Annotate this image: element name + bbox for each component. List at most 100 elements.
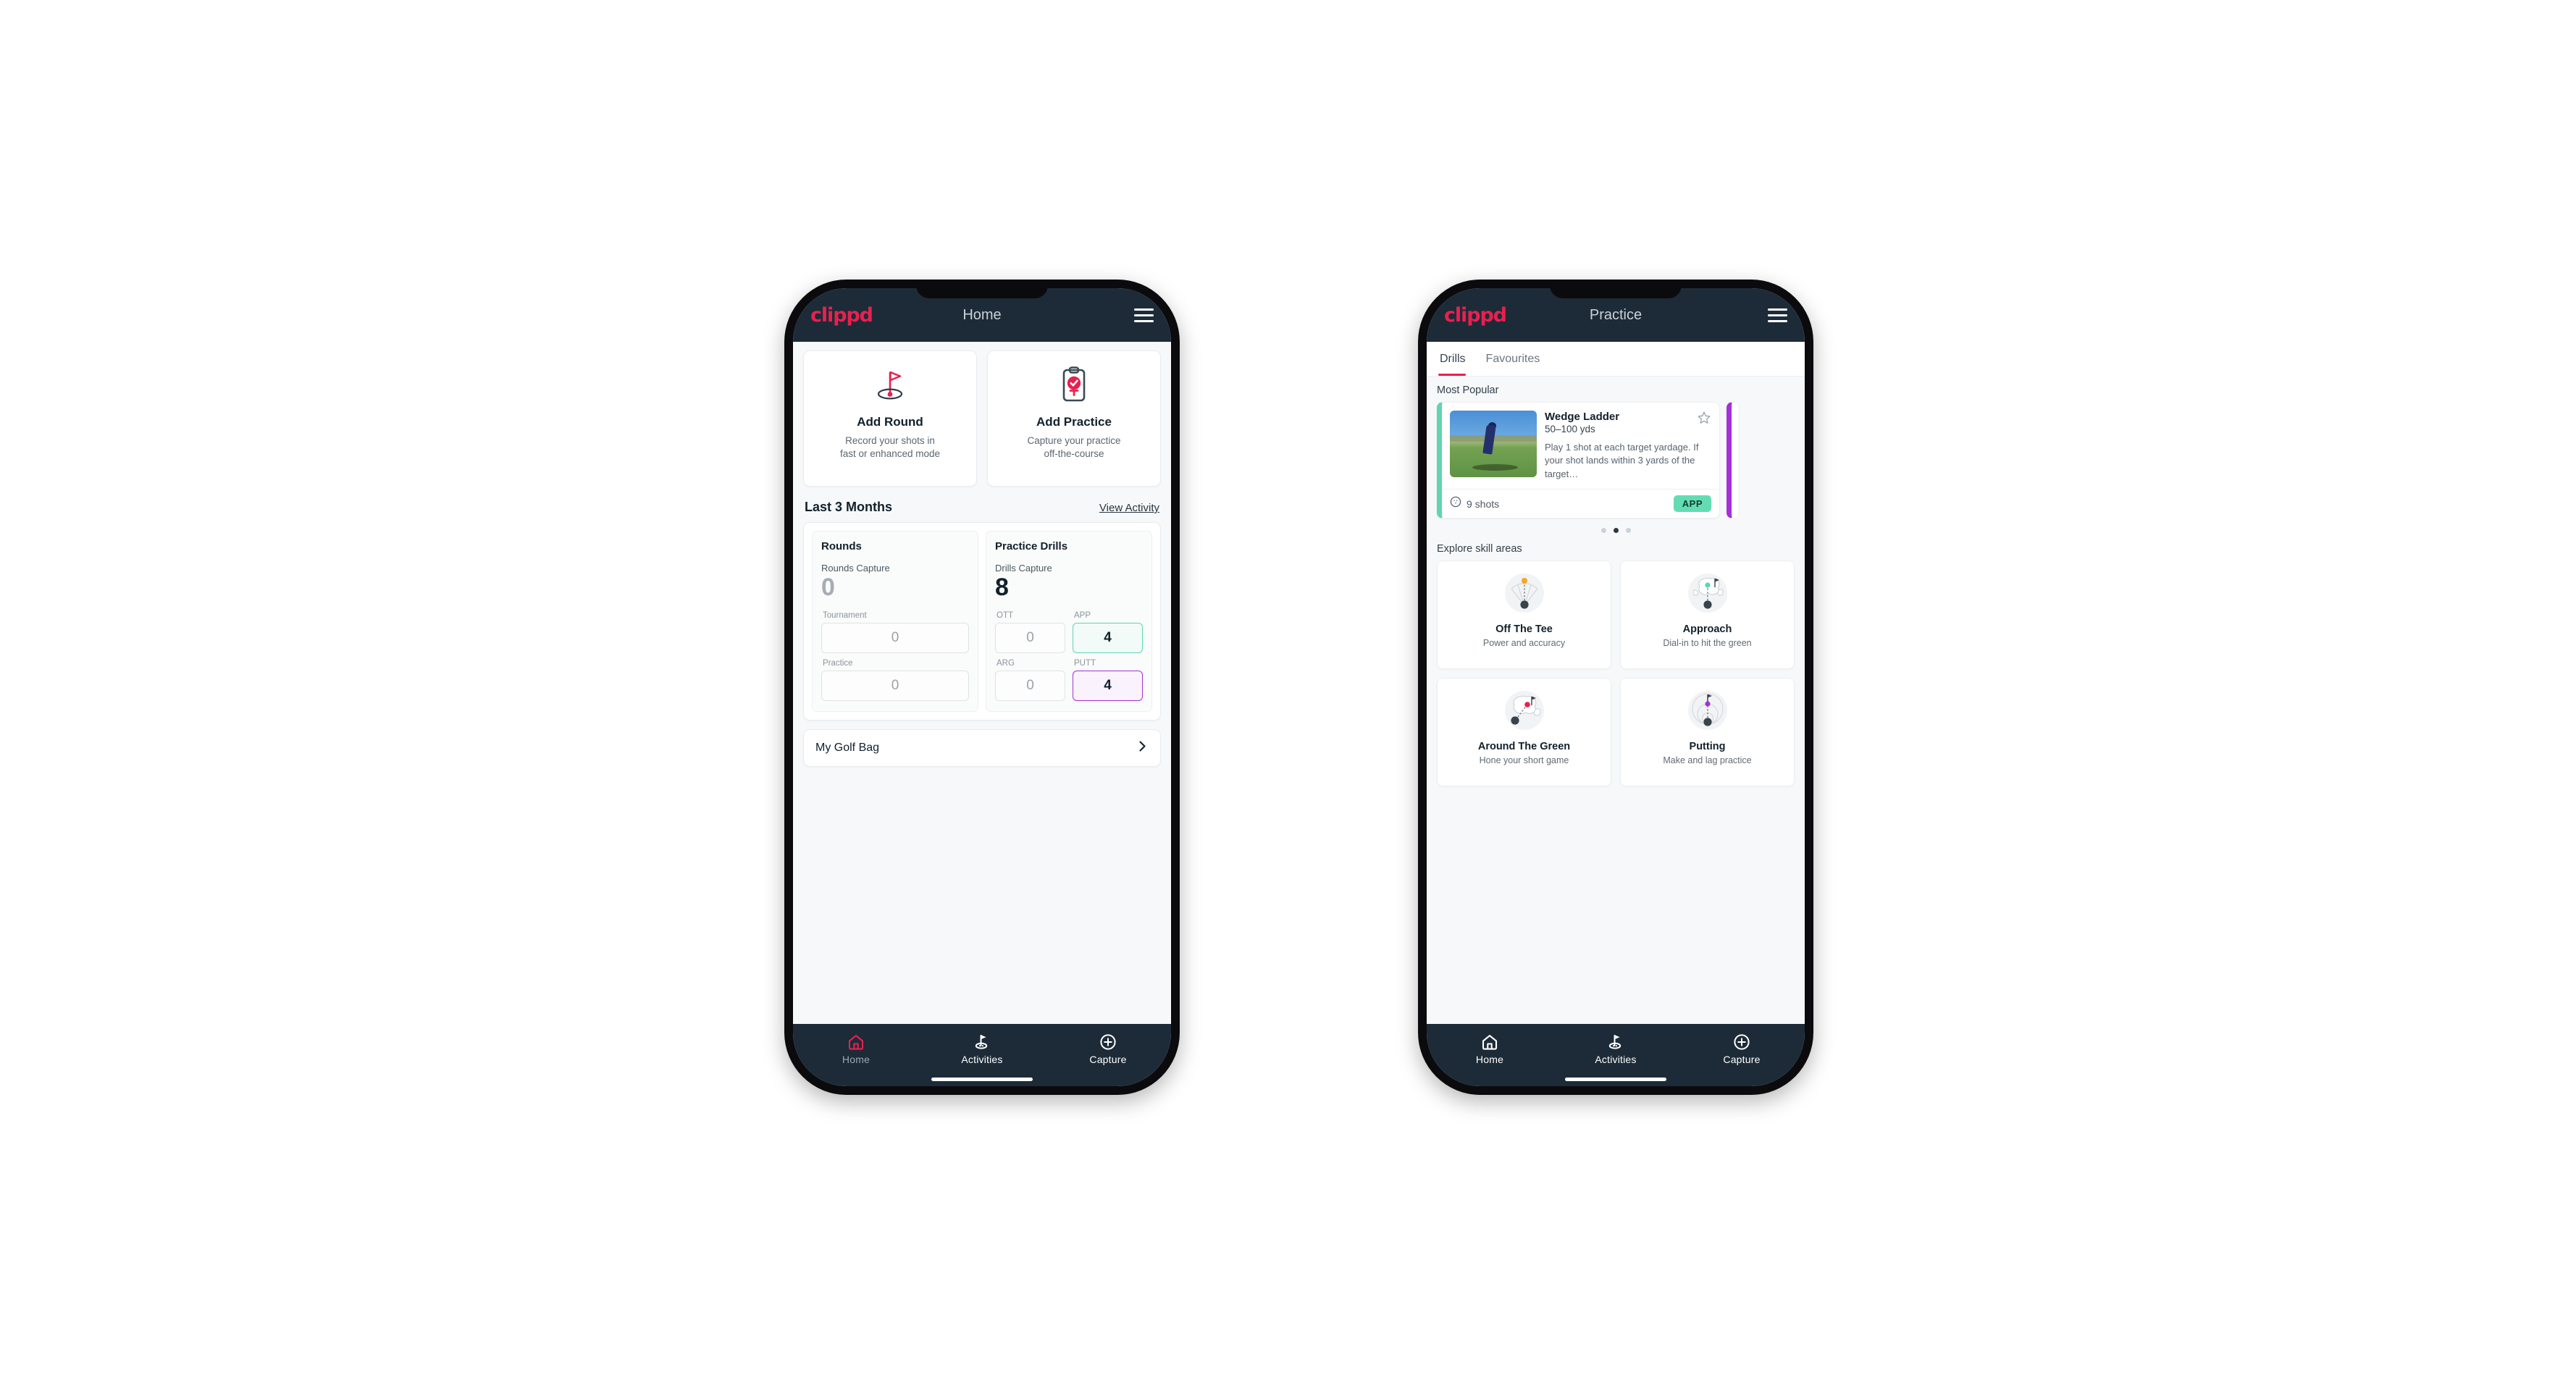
nav-label-capture: Capture	[1723, 1054, 1761, 1065]
carousel-dots	[1437, 528, 1795, 534]
drill-footer: 9 shots APP	[1442, 489, 1719, 518]
home-icon	[847, 1033, 865, 1051]
plus-circle-icon	[1099, 1033, 1117, 1051]
most-popular-label: Most Popular	[1437, 385, 1499, 396]
drill-card-next-peek[interactable]	[1727, 402, 1740, 519]
nav-item-home[interactable]: Home	[1427, 1033, 1553, 1065]
nav-item-capture[interactable]: Capture	[1045, 1033, 1171, 1065]
drill-description: Play 1 shot at each target yardage. If y…	[1545, 442, 1699, 479]
add-round-sub-1: Record your shots in	[845, 435, 935, 446]
practice-drills-panel: Practice Drills Drills Capture 8 OTT 0 A…	[986, 531, 1152, 712]
putt-value[interactable]: 4	[1073, 670, 1143, 701]
drill-thumbnail	[1450, 411, 1537, 477]
add-practice-card[interactable]: Add Practice Capture your practice off-t…	[987, 350, 1161, 487]
view-activity-link[interactable]: View Activity	[1099, 502, 1159, 514]
clipboard-check-tee-icon	[1056, 364, 1092, 405]
drill-shots-count: 9 shots	[1467, 497, 1500, 510]
tee-fan-icon	[1497, 570, 1552, 618]
add-practice-title: Add Practice	[1036, 415, 1112, 429]
nav-label-activities: Activities	[961, 1054, 1003, 1065]
chip-green-icon	[1497, 687, 1552, 735]
tab-drills[interactable]: Drills	[1438, 342, 1476, 376]
skill-title-approach: Approach	[1682, 623, 1732, 636]
skill-card-putting[interactable]: Putting Make and lag practice	[1620, 678, 1795, 787]
last-3-months-header: Last 3 Months View Activity	[805, 500, 1159, 515]
skill-sub-putting: Make and lag practice	[1663, 755, 1752, 766]
plus-circle-icon	[1732, 1033, 1751, 1051]
quick-action-row: Add Round Record your shots in fast or e…	[803, 350, 1161, 487]
tournament-value[interactable]: 0	[821, 622, 969, 653]
practice-tabs: Drills Favourites	[1427, 342, 1805, 377]
skill-areas-grid: Off The Tee Power and accuracy Approach …	[1437, 560, 1795, 787]
skill-sub-approach: Dial-in to hit the green	[1663, 638, 1752, 649]
practice-value[interactable]: 0	[821, 670, 969, 701]
add-practice-sub-1: Capture your practice	[1027, 435, 1121, 446]
ott-label: OTT	[997, 610, 1013, 620]
ott-app-row: OTT 0 APP 4	[995, 611, 1143, 653]
putt-label: PUTT	[1074, 658, 1096, 668]
add-round-card[interactable]: Add Round Record your shots in fast or e…	[803, 350, 977, 487]
skill-title-around-the-green: Around The Green	[1477, 741, 1571, 753]
drill-card[interactable]: Wedge Ladder 50–100 yds Play 1 shot at e…	[1437, 402, 1720, 519]
drill-yardage: 50–100 yds	[1545, 424, 1595, 434]
star-outline-icon[interactable]	[1697, 411, 1711, 429]
hamburger-icon[interactable]	[1134, 308, 1154, 322]
drill-title: Wedge Ladder	[1545, 411, 1620, 423]
nav-item-home[interactable]: Home	[793, 1033, 919, 1065]
home-bottom-nav: Home Activities Capture	[793, 1024, 1171, 1086]
add-practice-subtitle: Capture your practice off-the-course	[1027, 434, 1120, 461]
home-indicator-bar	[931, 1078, 1033, 1081]
nav-item-activities[interactable]: Activities	[919, 1033, 1045, 1065]
home-indicator-bar	[1565, 1078, 1666, 1081]
golf-ball-icon	[1450, 496, 1461, 511]
carousel-dot-3[interactable]	[1625, 528, 1631, 534]
ott-value[interactable]: 0	[995, 622, 1065, 653]
rounds-panel: Rounds Rounds Capture 0 Tournament 0 Pra…	[812, 531, 978, 712]
nav-item-activities[interactable]: Activities	[1553, 1033, 1679, 1065]
rounds-panel-title: Rounds	[821, 540, 862, 553]
arg-putt-row: ARG 0 PUTT 4	[995, 659, 1143, 701]
clippd-logo[interactable]: clippd	[810, 304, 873, 327]
device-notch	[916, 280, 1048, 298]
explore-skill-areas-label: Explore skill areas	[1437, 543, 1522, 555]
skill-card-around-the-green[interactable]: Around The Green Hone your short game	[1437, 678, 1611, 787]
skill-sub-off-the-tee: Power and accuracy	[1482, 638, 1566, 649]
skill-sub-around-the-green: Hone your short game	[1479, 755, 1569, 766]
screenshot-stage: clippd Home Add Round Record your shots …	[0, 0, 2576, 1386]
arg-value[interactable]: 0	[995, 670, 1065, 701]
rounds-capture-label: Rounds Capture	[821, 563, 890, 574]
skill-card-off-the-tee[interactable]: Off The Tee Power and accuracy	[1437, 560, 1611, 670]
my-golf-bag-label: My Golf Bag	[815, 741, 880, 754]
rounds-capture-value: 0	[821, 574, 835, 601]
nav-item-capture[interactable]: Capture	[1679, 1033, 1805, 1065]
add-round-sub-2: fast or enhanced mode	[839, 448, 941, 460]
device-notch	[1550, 280, 1682, 298]
practice-content: Most Popular Wedge Ladder 50–100 yds Pla…	[1427, 377, 1805, 1024]
carousel-dot-1[interactable]	[1600, 528, 1606, 534]
nav-label-activities: Activities	[1595, 1054, 1637, 1065]
tab-favourites[interactable]: Favourites	[1476, 342, 1551, 376]
section-title: Last 3 Months	[805, 500, 893, 514]
phone-practice-device: clippd Practice Drills Favourites Most P…	[1418, 280, 1813, 1095]
green-approach-icon	[1680, 570, 1735, 618]
nav-label-home: Home	[842, 1054, 870, 1065]
clippd-logo[interactable]: clippd	[1444, 304, 1507, 327]
add-practice-sub-2: off-the-course	[1044, 448, 1104, 460]
putting-rings-icon	[1680, 687, 1735, 735]
arg-label: ARG	[997, 658, 1015, 668]
hamburger-icon[interactable]	[1768, 308, 1787, 322]
stats-card: Rounds Rounds Capture 0 Tournament 0 Pra…	[803, 522, 1161, 721]
app-value[interactable]: 4	[1073, 622, 1143, 653]
add-round-subtitle: Record your shots in fast or enhanced mo…	[840, 434, 940, 461]
drills-capture-label: Drills Capture	[995, 563, 1052, 574]
carousel-dot-2[interactable]	[1613, 528, 1619, 534]
tab-drills-label: Drills	[1440, 352, 1466, 365]
golf-flag-icon	[1606, 1033, 1625, 1051]
skill-title-putting: Putting	[1689, 741, 1726, 753]
my-golf-bag-row[interactable]: My Golf Bag	[803, 728, 1161, 767]
drill-carousel[interactable]: Wedge Ladder 50–100 yds Play 1 shot at e…	[1437, 402, 1795, 519]
home-screen: clippd Home Add Round Record your shots …	[793, 288, 1171, 1086]
home-content: Add Round Record your shots in fast or e…	[793, 342, 1171, 1024]
skill-card-approach[interactable]: Approach Dial-in to hit the green	[1620, 560, 1795, 670]
app-label: APP	[1074, 610, 1091, 620]
